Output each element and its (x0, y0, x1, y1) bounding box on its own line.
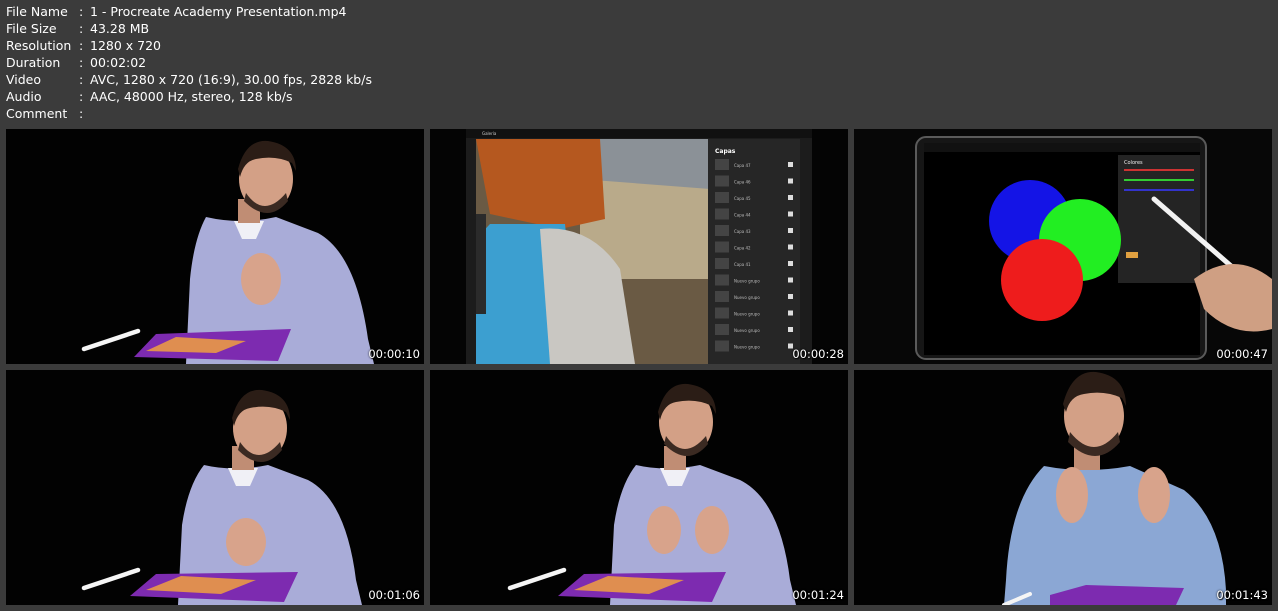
thumbnail-timestamp: 00:00:47 (1216, 347, 1268, 361)
layer-label: Nuevo grupo (734, 312, 760, 317)
layer-thumbnail (715, 291, 729, 302)
video-thumbnail-5[interactable]: 00:01:24 (430, 370, 848, 605)
metadata-key: Audio (6, 89, 42, 104)
layer-label: Capa 47 (734, 163, 751, 168)
metadata-separator: : (79, 4, 84, 19)
layer-thumbnail (715, 340, 729, 352)
layer-label: Capa 44 (734, 213, 751, 218)
video-thumbnail-4[interactable]: 00:01:06 (6, 370, 424, 605)
metadata-value: 1280 x 720 (90, 38, 162, 53)
thumbnail-timestamp: 00:01:43 (1216, 588, 1268, 602)
colors-panel-title: Colores (1124, 160, 1143, 166)
procreate-colors-frame: Colores (854, 129, 1272, 364)
layer-visibility-checkbox (788, 244, 793, 250)
layer-visibility-checkbox (788, 327, 793, 332)
layer-label: Capa 45 (734, 196, 751, 201)
presenter-frame (854, 370, 1272, 605)
metadata-separator: : (79, 89, 84, 104)
layer-thumbnail (715, 175, 729, 187)
layer-thumbnail (715, 274, 729, 286)
layer-visibility-checkbox (788, 162, 793, 167)
layers-panel-title: Capas (715, 148, 736, 155)
layer-visibility-checkbox (788, 261, 793, 266)
layer-thumbnail (715, 258, 729, 269)
layer-label: Capa 42 (734, 246, 751, 251)
thumbnail-timestamp: 00:01:06 (368, 588, 420, 602)
video-thumbnail-6[interactable]: 00:01:43 (854, 370, 1272, 605)
metadata-value: AAC, 48000 Hz, stereo, 128 kb/s (90, 89, 293, 104)
thumbnail-timestamp: 00:00:28 (792, 347, 844, 361)
layer-thumbnail (715, 192, 729, 203)
layer-label: Nuevo grupo (734, 345, 760, 350)
video-thumbnail-1[interactable]: 00:00:10 (6, 129, 424, 364)
layer-label: Nuevo grupo (734, 328, 760, 333)
metadata-key: Video (6, 72, 42, 87)
layer-thumbnail (715, 307, 729, 319)
metadata-separator: : (79, 21, 84, 36)
layer-label: Capa 43 (734, 229, 751, 234)
layer-label: Capa 46 (734, 180, 751, 185)
layer-visibility-checkbox (788, 178, 793, 184)
presenter-frame (6, 370, 424, 605)
layer-visibility-checkbox (788, 228, 793, 233)
layer-thumbnail (715, 208, 729, 220)
metadata-value: AVC, 1280 x 720 (16:9), 30.00 fps, 2828 … (90, 72, 372, 87)
layer-visibility-checkbox (788, 211, 793, 217)
metadata-key: File Size (6, 21, 57, 36)
layer-thumbnail (715, 241, 729, 253)
metadata-value: 1 - Procreate Academy Presentation.mp4 (90, 4, 347, 19)
layer-visibility-checkbox (788, 195, 793, 200)
video-thumbnail-3[interactable]: Colores 00:00:47 (854, 129, 1272, 364)
metadata-key: Duration (6, 55, 61, 70)
thumbnail-timestamp: 00:00:10 (368, 347, 420, 361)
video-thumbnail-2[interactable]: Galería Capas Capa 47 Capa 46 Capa 45 Capa … (430, 129, 848, 364)
layer-thumbnail (715, 225, 729, 236)
metadata-value: 43.28 MB (90, 21, 150, 36)
layer-visibility-checkbox (788, 277, 793, 283)
metadata-separator: : (79, 55, 84, 70)
metadata-value: 00:02:02 (90, 55, 147, 70)
procreate-layers-frame: Galería Capas Capa 47 Capa 46 Capa 45 Capa … (430, 129, 848, 364)
gallery-label: Galería (482, 131, 497, 136)
layer-thumbnail (715, 159, 729, 170)
layer-label: Nuevo grupo (734, 279, 760, 284)
thumbnail-timestamp: 00:01:24 (792, 588, 844, 602)
metadata-key: File Name (6, 4, 68, 19)
presenter-frame (430, 370, 848, 605)
metadata-separator: : (79, 38, 84, 53)
presenter-frame (6, 129, 424, 364)
layer-label: Capa 41 (734, 262, 751, 267)
layer-thumbnail (715, 324, 729, 335)
metadata-key: Resolution (6, 38, 72, 53)
metadata-separator: : (79, 106, 84, 121)
metadata-key: Comment (6, 106, 68, 121)
layer-label: Nuevo grupo (734, 295, 760, 300)
layer-visibility-checkbox (788, 310, 793, 316)
metadata-separator: : (79, 72, 84, 87)
layer-visibility-checkbox (788, 294, 793, 299)
